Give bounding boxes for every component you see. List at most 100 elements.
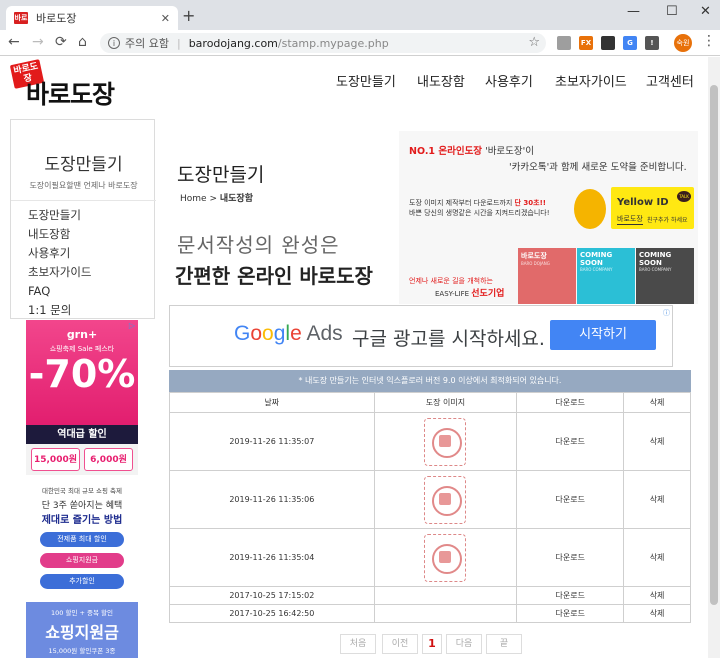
page-last[interactable]: 끝 <box>486 634 522 654</box>
row-delete[interactable]: 삭제 <box>623 604 691 623</box>
sidebar-item-faq[interactable]: FAQ <box>28 282 91 301</box>
ad-coupon-2[interactable]: 6,000원 <box>84 448 133 471</box>
sidebar-ad-sale[interactable]: grn+ 쇼핑축제 Sale 페스타 -70% 역대급 할인 15,000원 6… <box>26 320 138 475</box>
extension-icon-1[interactable] <box>557 36 571 50</box>
kakao-banner[interactable]: NO.1 온라인도장 '바로도장'이 '카카오톡'과 함께 새로운 도약을 준비… <box>399 131 698 304</box>
ad-coupon-1[interactable]: 15,000원 <box>31 448 80 471</box>
ad2-pill-2[interactable]: 쇼핑지원금 <box>40 553 124 568</box>
yellow-id-badge[interactable]: Yellow ID 바로도장 친구추가 하세요 TALK <box>611 187 694 229</box>
omnibox[interactable]: i 주의 요함 | barodojang.com /stamp.mypage.p… <box>100 33 546 53</box>
tile-barodojang[interactable]: 바로도장 BARO DOJANG <box>518 248 576 304</box>
minimize-icon[interactable]: — <box>627 4 640 19</box>
ad-coupons: 15,000원 6,000원 <box>26 444 138 475</box>
home-icon[interactable]: ⌂ <box>78 34 87 50</box>
table-row: 2017-10-25 17:15:02 다운로드 삭제 <box>169 586 691 605</box>
page-1[interactable]: 1 <box>422 634 442 654</box>
topmenu-customer-center[interactable]: 고객센터 <box>646 71 694 90</box>
yellow-id-sub: 친구추가 하세요 <box>647 217 688 224</box>
google-ads-banner[interactable]: Google Ads 구글 광고를 시작하세요. 시작하기 ⓘ <box>169 305 673 367</box>
sidebar-item-beginner-guide[interactable]: 초보자가이드 <box>28 263 91 282</box>
row-download[interactable]: 다운로드 <box>516 412 625 471</box>
extension-icon-2[interactable]: FX <box>579 36 593 50</box>
tile-coming-soon-2[interactable]: COMING SOON BARO COMPANY <box>636 248 694 304</box>
row-image <box>373 528 518 587</box>
table-row: 2019-11-26 11:35:04 다운로드 삭제 <box>169 528 691 587</box>
page-next[interactable]: 다음 <box>446 634 482 654</box>
ad-choices-icon[interactable]: ▷ <box>127 321 137 331</box>
url-path[interactable]: /stamp.mypage.php <box>278 37 389 50</box>
scrollbar-thumb[interactable] <box>710 85 718 605</box>
yellow-id-label: Yellow ID <box>617 197 669 208</box>
browser-menu-icon[interactable]: ⋮ <box>702 33 716 49</box>
page-scrollbar[interactable] <box>708 57 720 658</box>
browser-tab[interactable]: 바로 바로도장 ✕ <box>6 6 178 30</box>
topmenu-stamp-make[interactable]: 도장만들기 <box>336 71 396 90</box>
topmenu-my-stamps[interactable]: 내도장함 <box>417 71 465 90</box>
row-download[interactable]: 다운로드 <box>516 604 625 623</box>
row-image <box>373 604 518 623</box>
banner-body-red: 단 30초!! <box>514 199 546 207</box>
maximize-icon[interactable]: ☐ <box>666 4 678 19</box>
close-window-icon[interactable]: ✕ <box>700 4 711 19</box>
logo-text: 바로도장 <box>26 80 115 109</box>
stamp-image[interactable] <box>424 475 467 524</box>
tile-sub: BARO COMPANY <box>580 267 613 272</box>
banner-body-2: 바쁜 당신의 생명같은 시간을 지켜드리겠습니다! <box>409 209 550 217</box>
ad2-pill-3[interactable]: 추가할인 <box>40 574 124 589</box>
row-download[interactable]: 다운로드 <box>516 528 625 587</box>
security-label[interactable]: 주의 요함 <box>125 35 169 51</box>
google-ads-logo: Google Ads <box>234 322 343 346</box>
table-row: 2017-10-25 16:42:50 다운로드 삭제 <box>169 604 691 623</box>
tile-sub: BARO DOJANG <box>521 261 550 266</box>
forward-icon[interactable]: → <box>32 34 44 50</box>
row-download[interactable]: 다운로드 <box>516 470 625 529</box>
tile-coming-soon-1[interactable]: COMING SOON BARO COMPANY <box>577 248 635 304</box>
sidebar-item-inquiry[interactable]: 1:1 문의 <box>28 301 91 320</box>
address-toolbar: ← → ⟳ ⌂ i 주의 요함 | barodojang.com /stamp.… <box>0 30 720 56</box>
tile-sub: BARO COMPANY <box>639 267 672 272</box>
header-download: 다운로드 <box>516 392 625 413</box>
back-icon[interactable]: ← <box>8 34 20 50</box>
ad-info-icon[interactable]: ⓘ <box>663 308 672 317</box>
ad2-pill-1[interactable]: 전제품 최대 할인 <box>40 532 124 547</box>
stamp-image[interactable] <box>424 417 467 466</box>
extension-icon-4[interactable]: G <box>623 36 637 50</box>
profile-avatar[interactable]: 숙원 <box>674 34 692 52</box>
page-first[interactable]: 처음 <box>340 634 376 654</box>
reload-icon[interactable]: ⟳ <box>55 34 67 50</box>
start-ads-button[interactable]: 시작하기 <box>550 320 656 350</box>
sidebar: 도장만들기 도장이필요할땐 언제나 바로도장 도장만들기 내도장함 사용후기 초… <box>10 119 156 320</box>
extension-icon-3[interactable] <box>601 36 615 50</box>
row-delete[interactable]: 삭제 <box>623 412 691 471</box>
site-logo[interactable]: 바로도장 바로도장 <box>9 59 142 110</box>
tile-title: COMING SOON <box>580 251 613 267</box>
ad3-line-2: 쇼핑지원금 <box>45 623 119 642</box>
url-host[interactable]: barodojang.com <box>189 37 278 50</box>
new-tab-icon[interactable]: + <box>182 8 195 24</box>
sidebar-item-my-stamps[interactable]: 내도장함 <box>28 225 91 244</box>
sidebar-subtitle: 도장이필요할땐 언제나 바로도장 <box>29 181 138 190</box>
extension-icon-5[interactable]: ! <box>645 36 659 50</box>
row-delete[interactable]: 삭제 <box>623 586 691 605</box>
row-delete[interactable]: 삭제 <box>623 470 691 529</box>
row-delete[interactable]: 삭제 <box>623 528 691 587</box>
sidebar-item-stamp-make[interactable]: 도장만들기 <box>28 206 91 225</box>
sidebar-item-reviews[interactable]: 사용후기 <box>28 244 91 263</box>
header-date: 날짜 <box>169 392 375 413</box>
topmenu-beginner-guide[interactable]: 초보자가이드 <box>555 71 627 90</box>
google-letter: G <box>234 322 251 345</box>
sidebar-title: 도장만들기 <box>44 155 123 175</box>
bookmark-star-icon[interactable]: ☆ <box>528 35 540 50</box>
sidebar-ad-support[interactable]: 100 할인 + 중복 할인 쇼핑지원금 15,000원 할인쿠폰 3종 <box>26 602 138 658</box>
tile-title: COMING SOON <box>639 251 672 267</box>
page-prev[interactable]: 이전 <box>382 634 418 654</box>
kakao-character-icon <box>574 189 606 229</box>
info-icon[interactable]: i <box>108 37 120 49</box>
breadcrumb-home[interactable]: Home <box>180 194 207 204</box>
topmenu-reviews[interactable]: 사용후기 <box>485 71 533 90</box>
stamp-image[interactable] <box>424 533 467 582</box>
sidebar-ad-festival[interactable]: 대한민국 최대 규모 쇼핑 축제 단 3주 쏟아지는 혜택 제대로 즐기는 방법… <box>26 482 138 602</box>
close-tab-icon[interactable]: ✕ <box>161 12 170 25</box>
row-download[interactable]: 다운로드 <box>516 586 625 605</box>
header-image: 도장 이미지 <box>373 392 518 413</box>
